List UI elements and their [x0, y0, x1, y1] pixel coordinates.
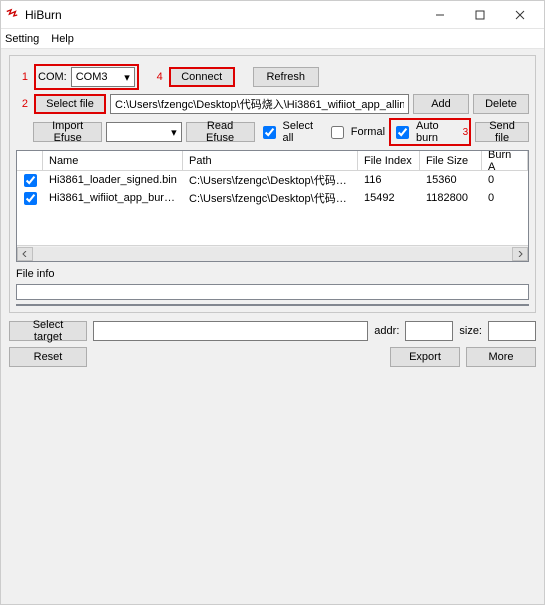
col-check[interactable] [17, 151, 43, 170]
app-window: HiBurn Setting Help 1 COM: COM3 ▾ [0, 0, 545, 605]
formal-checkbox-input[interactable] [331, 126, 344, 139]
reset-button[interactable]: Reset [9, 347, 87, 367]
table-body: Hi3861_loader_signed.binC:\Users\fzengc\… [17, 171, 528, 245]
row-file-size: 15360 [420, 174, 482, 186]
content-area: 1 COM: COM3 ▾ 4 Connect Refresh 2 Select… [1, 49, 544, 604]
com-row: 1 COM: COM3 ▾ 4 Connect Refresh [16, 64, 529, 90]
auto-burn-checkbox[interactable]: Auto burn 3 [389, 118, 471, 146]
row-checkbox[interactable] [24, 192, 37, 205]
close-icon [515, 10, 525, 20]
col-name[interactable]: Name [43, 151, 183, 170]
select-file-button[interactable]: Select file [34, 94, 106, 114]
col-path[interactable]: Path [183, 151, 358, 170]
add-button[interactable]: Add [413, 94, 469, 114]
table-row[interactable]: Hi3861_loader_signed.binC:\Users\fzengc\… [17, 171, 528, 189]
addr-label: addr: [374, 325, 399, 337]
close-button[interactable] [500, 1, 540, 29]
select-all-label: Select all [283, 120, 323, 144]
maximize-button[interactable] [460, 1, 500, 29]
efuse-row: Import Efuse ▾ Read Efuse Select all For… [16, 118, 529, 146]
read-efuse-button[interactable]: Read Efuse [186, 122, 255, 142]
annotation-4: 4 [151, 71, 163, 83]
row-file-index: 116 [358, 174, 420, 186]
row-file-size: 1182800 [420, 192, 482, 204]
annotation-2: 2 [16, 98, 28, 110]
select-all-checkbox-input[interactable] [263, 126, 276, 139]
scroll-left-button[interactable] [17, 247, 33, 261]
more-button[interactable]: More [466, 347, 536, 367]
titlebar: HiBurn [1, 1, 544, 29]
row-path: C:\Users\fzengc\Desktop\代码烧入\... [183, 172, 358, 188]
row-checkbox-cell [17, 189, 43, 208]
chevron-down-icon: ▾ [124, 71, 130, 84]
size-input[interactable] [488, 321, 536, 341]
send-file-button[interactable]: Send file [475, 122, 529, 142]
addr-input[interactable] [405, 321, 453, 341]
minimize-button[interactable] [420, 1, 460, 29]
row-path: C:\Users\fzengc\Desktop\代码烧入\... [183, 190, 358, 206]
target-path-input[interactable] [93, 321, 368, 341]
minimize-icon [435, 10, 445, 20]
chevron-down-icon: ▾ [171, 126, 177, 139]
annotation-3: 3 [463, 127, 469, 138]
log-textarea[interactable] [16, 304, 529, 306]
chevron-left-icon [22, 251, 28, 257]
com-label: COM: [38, 71, 67, 83]
row-checkbox[interactable] [24, 174, 37, 187]
connect-button[interactable]: Connect [169, 67, 235, 87]
annotation-1: 1 [16, 71, 28, 83]
auto-burn-checkbox-input[interactable] [396, 126, 409, 139]
formal-checkbox[interactable]: Formal [327, 123, 385, 142]
table-row[interactable]: Hi3861_wifiiot_app_burn...C:\Users\fzeng… [17, 189, 528, 207]
auto-burn-label: Auto burn [416, 120, 459, 144]
com-select[interactable]: COM3 ▾ [71, 67, 135, 87]
col-file-size[interactable]: File Size [420, 151, 482, 170]
table-header: Name Path File Index File Size Burn A [17, 151, 528, 171]
efuse-combo[interactable]: ▾ [106, 122, 182, 142]
window-title: HiBurn [25, 8, 62, 22]
file-path-input[interactable] [110, 94, 409, 114]
row-file-index: 15492 [358, 192, 420, 204]
maximize-icon [475, 10, 485, 20]
select-target-button[interactable]: Select target [9, 321, 87, 341]
row-burn-addr: 0 [482, 174, 528, 186]
col-burn-addr[interactable]: Burn A [482, 151, 528, 170]
menubar: Setting Help [1, 29, 544, 49]
file-info-label: File info [16, 268, 529, 280]
select-all-checkbox[interactable]: Select all [259, 120, 323, 144]
refresh-button[interactable]: Refresh [253, 67, 319, 87]
file-table: Name Path File Index File Size Burn A Hi… [16, 150, 529, 262]
import-efuse-button[interactable]: Import Efuse [33, 122, 102, 142]
action-row: Reset Export More [9, 347, 536, 367]
scroll-track[interactable] [33, 247, 512, 261]
delete-button[interactable]: Delete [473, 94, 529, 114]
row-burn-addr: 0 [482, 192, 528, 204]
bottom-area: Select target addr: size: Reset Export M… [9, 321, 536, 371]
com-value: COM3 [76, 71, 108, 83]
export-button[interactable]: Export [390, 347, 460, 367]
app-icon [5, 8, 19, 22]
chevron-right-icon [517, 251, 523, 257]
formal-label: Formal [351, 126, 385, 138]
target-row: Select target addr: size: [9, 321, 536, 341]
top-panel: 1 COM: COM3 ▾ 4 Connect Refresh 2 Select… [9, 55, 536, 313]
file-info-strip [16, 284, 529, 300]
size-label: size: [459, 325, 482, 337]
row-name: Hi3861_loader_signed.bin [43, 174, 183, 186]
com-group: COM: COM3 ▾ [34, 64, 139, 90]
scroll-right-button[interactable] [512, 247, 528, 261]
file-row: 2 Select file Add Delete [16, 94, 529, 114]
horizontal-scrollbar[interactable] [17, 245, 528, 261]
col-file-index[interactable]: File Index [358, 151, 420, 170]
menu-setting[interactable]: Setting [5, 33, 39, 45]
menu-help[interactable]: Help [51, 33, 74, 45]
row-name: Hi3861_wifiiot_app_burn... [43, 192, 183, 204]
row-checkbox-cell [17, 171, 43, 190]
